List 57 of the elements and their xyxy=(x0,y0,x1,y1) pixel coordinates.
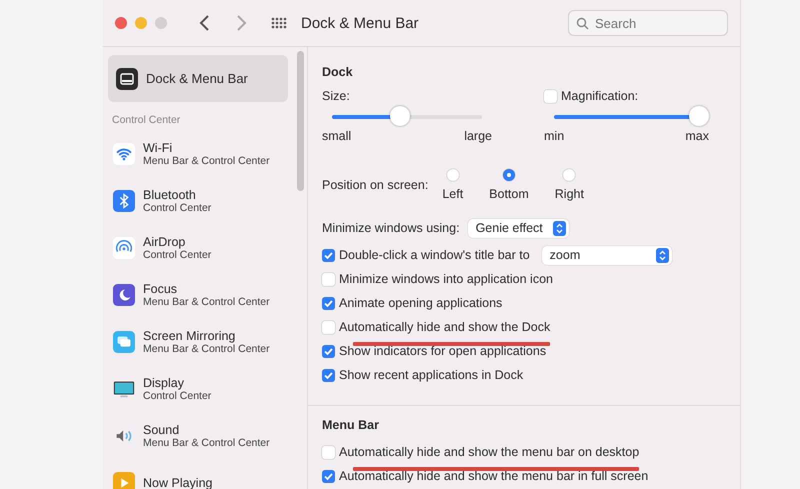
title-bar-action-select[interactable]: zoom xyxy=(542,246,672,264)
checkbox-label: Show indicators for open applications xyxy=(339,344,546,358)
search-icon xyxy=(576,17,589,30)
checkbox[interactable] xyxy=(322,248,335,262)
checkbox[interactable] xyxy=(544,90,557,102)
checkbox[interactable] xyxy=(322,344,335,358)
sidebar-item[interactable]: Now Playing xyxy=(108,459,288,489)
bluetooth-icon xyxy=(113,190,135,212)
section-header: Control Center xyxy=(111,113,182,128)
sidebar-item[interactable]: Display Control Center xyxy=(108,365,288,412)
radio-option[interactable]: Bottom xyxy=(489,169,529,201)
radio-option[interactable]: Left xyxy=(442,169,464,201)
checkbox[interactable] xyxy=(322,368,335,382)
slider-max-label: max xyxy=(685,129,709,143)
chevron-icon xyxy=(552,220,566,236)
slider-min-label: small xyxy=(322,129,352,143)
checkbox[interactable] xyxy=(322,296,335,310)
close-button[interactable] xyxy=(115,17,127,29)
checkbox[interactable] xyxy=(322,446,335,458)
checkbox-label: Double-click a window's title bar to xyxy=(339,248,530,262)
sidebar-item[interactable]: Dock & Menu Bar xyxy=(108,55,288,102)
sidebar-item[interactable]: AirDrop Control Center xyxy=(108,224,288,271)
radio-option[interactable]: Right xyxy=(554,169,584,201)
checkbox-label: Show recent applications in Dock xyxy=(339,368,524,382)
slider-min-label: min xyxy=(544,129,564,143)
search-field[interactable]: Search xyxy=(568,10,728,36)
field-label: Position on screen: xyxy=(322,178,428,192)
checkbox-label: Animate opening applications xyxy=(339,296,502,310)
field-label: Minimize windows using: xyxy=(322,221,460,235)
play-icon xyxy=(113,472,135,489)
section-title: Dock xyxy=(322,65,354,79)
chevron-icon xyxy=(656,248,669,262)
wifi-icon xyxy=(113,142,135,164)
section-title: Menu Bar xyxy=(322,418,380,432)
checkbox-label: Minimize windows into application icon xyxy=(339,272,553,286)
checkbox-label: Magnification: xyxy=(561,89,638,103)
checkbox-label: Automatically hide and show the menu bar on desktop xyxy=(339,445,640,459)
grid-icon[interactable] xyxy=(271,17,287,29)
sidebar-item[interactable]: Bluetooth Control Center xyxy=(108,177,288,224)
checkbox[interactable] xyxy=(322,320,335,334)
slider-label: Size: xyxy=(322,89,350,103)
checkbox-label: Automatically hide and show the Dock xyxy=(339,320,550,334)
minimize-effect-select[interactable]: Genie effect xyxy=(468,218,569,238)
scrollbar[interactable] xyxy=(296,51,304,191)
moon-icon xyxy=(113,284,135,306)
sidebar-item[interactable]: Focus Menu Bar & Control Center xyxy=(108,271,288,318)
sidebar-item[interactable]: Wi-Fi Menu Bar & Control Center xyxy=(108,130,288,177)
window-title: Dock & Menu Bar xyxy=(301,14,420,32)
sidebar-item[interactable]: Sound Menu Bar & Control Center xyxy=(108,412,288,459)
airdrop-icon xyxy=(113,236,135,258)
checkbox[interactable] xyxy=(322,272,335,286)
screen-mirroring-icon xyxy=(113,330,135,352)
sidebar-item[interactable]: Screen Mirroring Menu Bar & Control Center xyxy=(108,318,288,365)
dock-icon xyxy=(116,68,138,90)
checkbox[interactable] xyxy=(322,470,335,482)
slider-max-label: large xyxy=(464,129,492,143)
checkbox-label: Automatically hide and show the menu bar in full screen xyxy=(339,469,648,483)
